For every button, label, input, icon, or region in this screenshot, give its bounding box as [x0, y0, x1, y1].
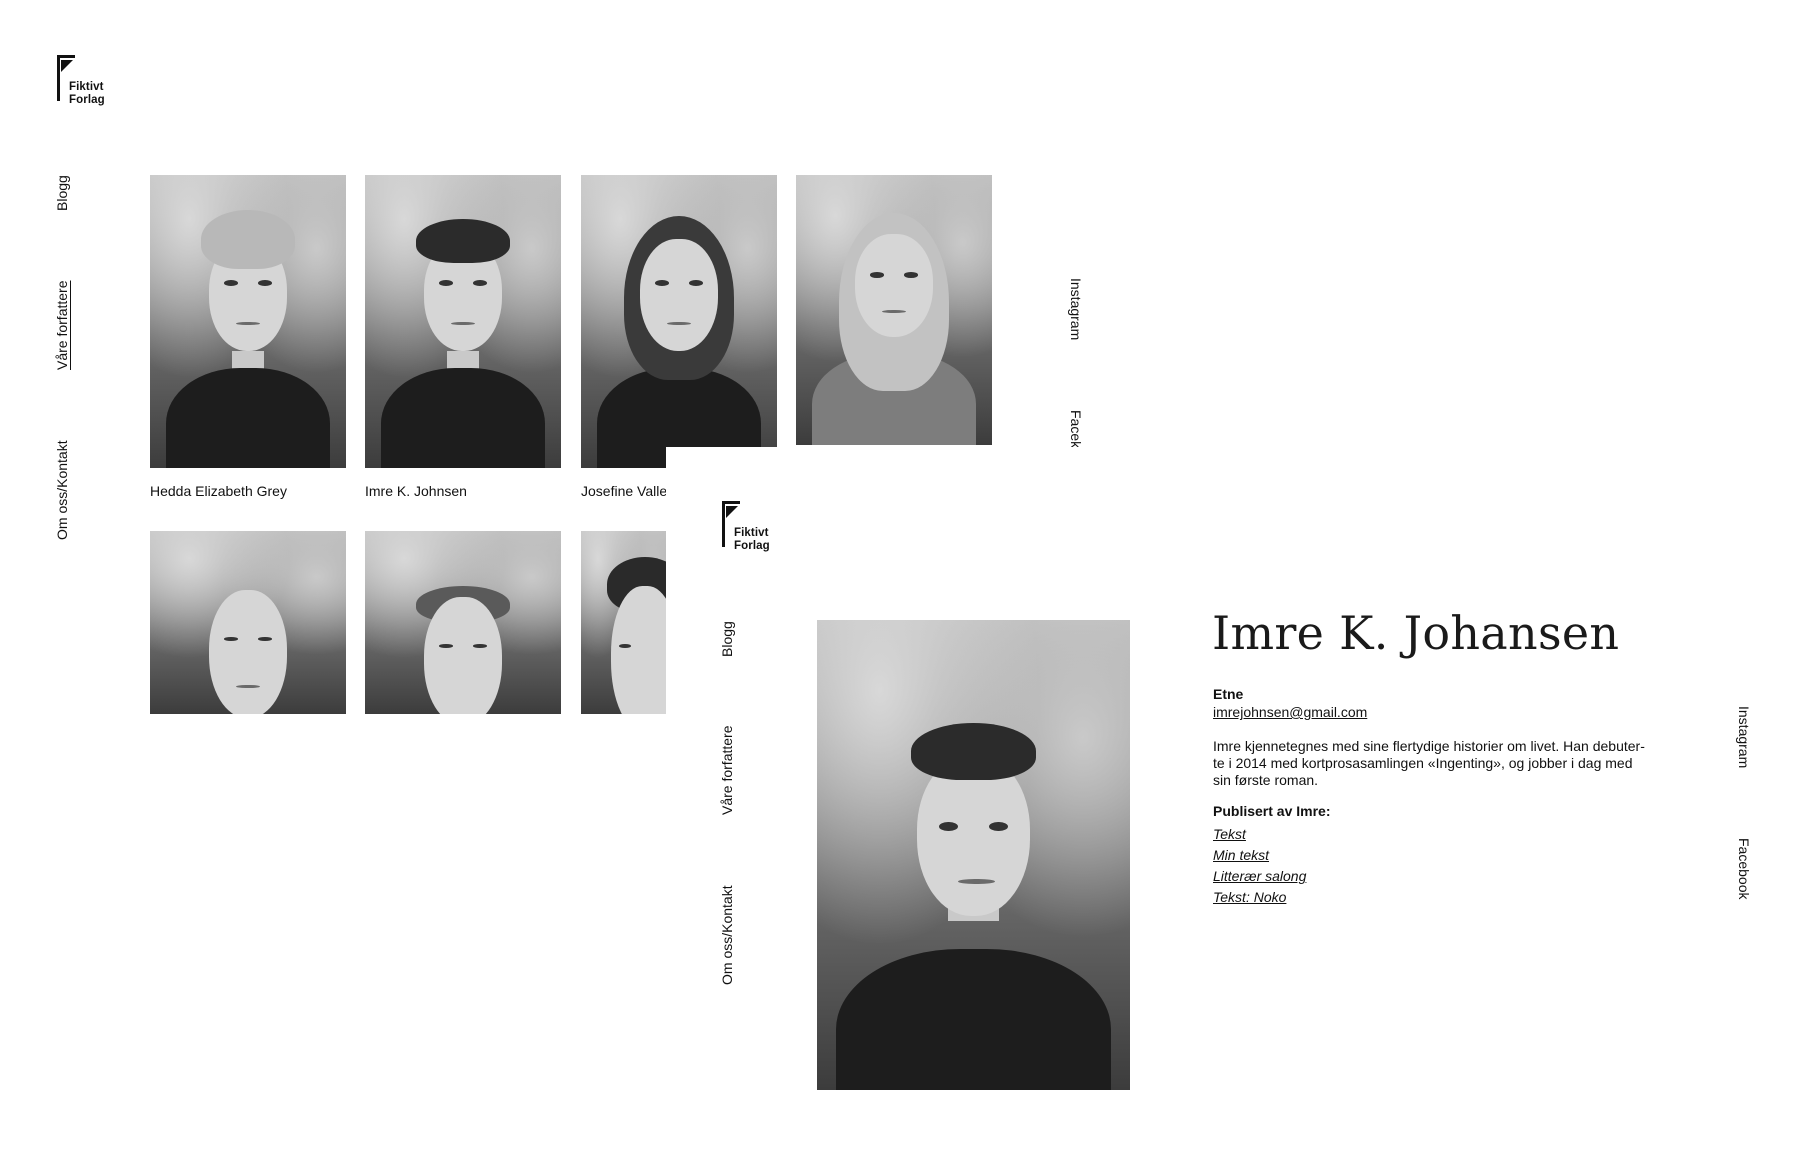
social-facebook-link[interactable]: Facebook [1736, 838, 1752, 899]
author-photo-4[interactable] [796, 175, 992, 445]
nav-about[interactable]: Om oss/Kontakt [719, 885, 735, 985]
author-email-link[interactable]: imrejohnsen@gmail.com [1213, 704, 1367, 720]
published-list: Tekst Min tekst Litterær salong Tekst: N… [1213, 824, 1306, 908]
author-photo-7[interactable] [581, 531, 666, 714]
nav-authors[interactable]: Våre forfattere [719, 726, 735, 816]
nav-about[interactable]: Om oss/Kontakt [54, 440, 70, 540]
nav-blog[interactable]: Blogg [719, 621, 735, 657]
author-photo-6[interactable] [365, 531, 561, 714]
author-location: Etne [1213, 686, 1244, 702]
author-caption[interactable]: Josefine Valle [581, 483, 667, 499]
logo-line-2: Forlag [69, 94, 105, 106]
social-instagram-link[interactable]: Instagram [1736, 706, 1752, 768]
logo-text: Fiktivt Forlag [69, 81, 105, 107]
published-item-link[interactable]: Min tekst [1213, 845, 1306, 866]
nav-blog[interactable]: Blogg [54, 175, 70, 211]
author-photo-hedda[interactable] [150, 175, 346, 468]
logo-line-2: Forlag [734, 540, 770, 552]
social-facebook-link-cut[interactable]: Facek [1068, 410, 1084, 448]
logo-text: Fiktivt Forlag [734, 527, 770, 553]
author-photo-5[interactable] [150, 531, 346, 714]
nav-authors[interactable]: Våre forfattere [54, 281, 70, 371]
brand-logo[interactable]: Fiktivt Forlag [57, 55, 117, 115]
author-bio: Imre kjennetegnes med sine flertydige hi… [1213, 738, 1645, 788]
published-heading: Publisert av Imre: [1213, 803, 1331, 819]
brand-logo[interactable]: Fiktivt Forlag [722, 501, 782, 561]
logo-line-1: Fiktivt [734, 527, 769, 539]
author-portrait [817, 620, 1130, 1090]
author-caption[interactable]: Hedda Elizabeth Grey [150, 483, 287, 499]
published-item-link[interactable]: Tekst: Noko [1213, 887, 1306, 908]
logo-line-1: Fiktivt [69, 81, 104, 93]
published-item-link[interactable]: Litterær salong [1213, 866, 1306, 887]
published-item-link[interactable]: Tekst [1213, 824, 1306, 845]
social-instagram-link[interactable]: Instagram [1068, 278, 1084, 340]
author-caption[interactable]: Imre K. Johnsen [365, 483, 467, 499]
author-photo-imre[interactable] [365, 175, 561, 468]
author-photo-josefine[interactable] [581, 175, 777, 468]
author-name-heading: Imre K. Johansen [1212, 606, 1620, 660]
